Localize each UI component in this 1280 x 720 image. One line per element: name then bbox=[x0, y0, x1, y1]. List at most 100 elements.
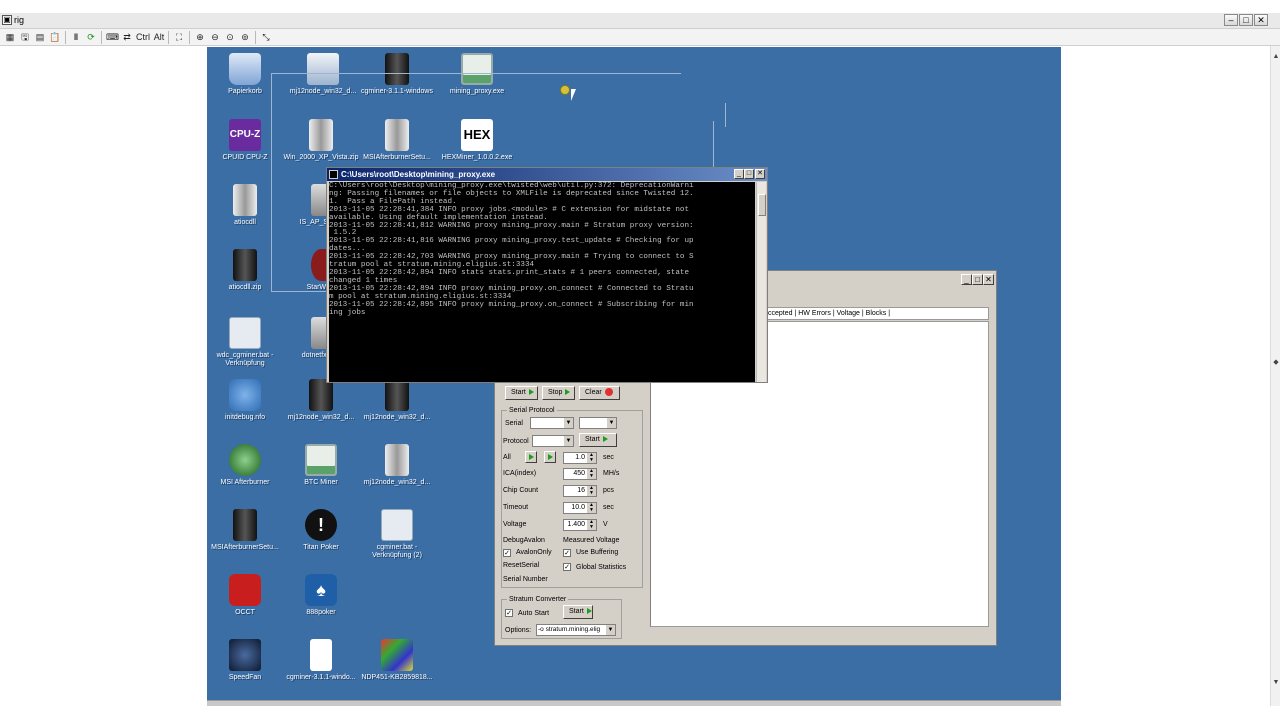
desktop-icon[interactable]: MSI Afterburner bbox=[207, 444, 283, 487]
spinner-icon[interactable]: ▲ ▼ bbox=[587, 453, 596, 463]
desktop-icon-label: 888poker bbox=[306, 609, 336, 616]
scroll-down-icon[interactable]: ▼ bbox=[1272, 678, 1280, 688]
desktop-icon[interactable]: cgminer.bat - Verknüpfung (2) bbox=[359, 509, 435, 560]
zoom-out-icon[interactable]: ⊖ bbox=[209, 31, 221, 44]
maximize-button[interactable]: □ bbox=[744, 169, 754, 179]
auto-start-checkbox[interactable]: ✓ bbox=[505, 609, 513, 617]
save-icon[interactable]: 🖫 bbox=[19, 31, 31, 44]
spinner-icon[interactable]: ▲ ▼ bbox=[587, 469, 596, 479]
spinner-icon[interactable]: ▲ ▼ bbox=[587, 486, 596, 496]
zip-icon bbox=[309, 119, 333, 151]
options-select[interactable]: -o stratum.mining.elig ▼ bbox=[536, 624, 616, 636]
keyboard-icon[interactable]: ⌨ bbox=[106, 31, 119, 44]
ctrl-key[interactable]: Ctrl bbox=[136, 31, 150, 44]
gear-shortcut-icon bbox=[381, 509, 413, 541]
toolbar-separator bbox=[65, 31, 66, 44]
zoom-in-icon[interactable]: ⊕ bbox=[194, 31, 206, 44]
close-button[interactable]: ✕ bbox=[983, 274, 994, 285]
zip-icon bbox=[385, 444, 409, 476]
desktop-icon[interactable]: MSIAfterburnerSetu... bbox=[207, 509, 283, 552]
clipboard-icon[interactable]: 📋 bbox=[49, 31, 61, 44]
desktop-icon[interactable]: initdebug.nfo bbox=[207, 379, 283, 422]
document-icon bbox=[310, 639, 332, 671]
console-scrollbar[interactable] bbox=[756, 182, 766, 382]
ica-input[interactable]: 450 ▲ ▼ bbox=[563, 468, 597, 480]
serial-port-select[interactable]: ▼ bbox=[530, 417, 574, 429]
drag-outline bbox=[271, 73, 681, 74]
scroll-middle-icon[interactable]: ◆ bbox=[1272, 358, 1280, 368]
stratum-start-label: Start bbox=[569, 608, 584, 615]
scale-icon[interactable]: ⤡ bbox=[260, 31, 272, 44]
timeout-input[interactable]: 10.0 ▲ ▼ bbox=[563, 502, 597, 514]
stratum-start-button[interactable]: Start bbox=[563, 605, 593, 619]
desktop-icon[interactable]: mj12node_win32_d... bbox=[359, 444, 435, 487]
desktop-icon[interactable]: cgminer-3.1.1-windo... bbox=[283, 639, 359, 682]
serial-baud-select[interactable]: ▼ bbox=[579, 417, 617, 429]
fullscreen-icon[interactable]: ⛶ bbox=[173, 31, 185, 44]
close-button[interactable]: ✕ bbox=[755, 169, 765, 179]
all-stop-button[interactable] bbox=[544, 451, 556, 463]
desktop-icon[interactable]: NDP451-KB2859818... bbox=[359, 639, 435, 682]
global-stats-checkbox[interactable]: ✓ bbox=[563, 563, 571, 571]
desktop-icon[interactable]: mj12node_win32_d... bbox=[283, 379, 359, 422]
spinner-icon[interactable]: ▲ ▼ bbox=[587, 503, 596, 513]
desktop-icon[interactable]: wdc_cgminer.bat - Verknüpfung bbox=[207, 317, 283, 368]
stats-column-headers[interactable]: ccepted | HW Errors | Voltage | Blocks | bbox=[765, 307, 989, 320]
play-icon bbox=[528, 389, 534, 396]
maximize-button[interactable]: □ bbox=[1239, 14, 1253, 26]
console-output[interactable]: C:\Users\root\Desktop\mining_proxy.exe\t… bbox=[329, 182, 755, 382]
all-interval-value: 1.0 bbox=[575, 454, 585, 461]
serial-label: Serial bbox=[505, 420, 523, 427]
desktop-icon[interactable]: ! Titan Poker bbox=[283, 509, 359, 552]
start-label: Start bbox=[511, 389, 526, 396]
all-start-button[interactable] bbox=[525, 451, 537, 463]
maximize-button[interactable]: □ bbox=[972, 274, 983, 285]
console-window[interactable]: C:\Users\root\Desktop\mining_proxy.exe _… bbox=[326, 167, 768, 383]
desktop-icon[interactable]: MSIAfterburnerSetu... bbox=[359, 119, 435, 162]
spinner-icon[interactable]: ▲ ▼ bbox=[587, 520, 596, 530]
minimize-button[interactable]: – bbox=[1224, 14, 1238, 26]
refresh-icon[interactable]: ⟳ bbox=[85, 31, 97, 44]
desktop-icon[interactable]: mj12node_win32_d... bbox=[285, 53, 361, 96]
chip-unit-label: pcs bbox=[603, 487, 614, 494]
desktop-icon[interactable]: mining_proxy.exe bbox=[439, 53, 515, 96]
all-interval-input[interactable]: 1.0 ▲ ▼ bbox=[563, 452, 597, 464]
desktop-icon[interactable]: cgminer-3.1.1-windows bbox=[359, 53, 435, 96]
minimize-button[interactable]: _ bbox=[961, 274, 972, 285]
desktop-icon[interactable]: ♠ 888poker bbox=[283, 574, 359, 617]
zoom-fit-icon[interactable]: ⊚ bbox=[239, 31, 251, 44]
mouse-pointer-icon bbox=[571, 89, 576, 101]
stop-button[interactable]: Stop bbox=[542, 386, 575, 400]
clear-button[interactable]: Clear bbox=[579, 386, 620, 400]
avalon-only-checkbox[interactable]: ✓ bbox=[503, 549, 511, 557]
start-button[interactable]: Start bbox=[505, 386, 538, 400]
pause-icon[interactable]: ‖ bbox=[70, 31, 82, 44]
desktop-icon[interactable]: SpeedFan bbox=[207, 639, 283, 682]
minimize-button[interactable]: _ bbox=[734, 169, 744, 179]
scroll-up-icon[interactable]: ▲ bbox=[1272, 52, 1280, 62]
use-buffering-checkbox[interactable]: ✓ bbox=[563, 549, 571, 557]
close-button[interactable]: ✕ bbox=[1254, 14, 1268, 26]
desktop-icon[interactable]: HEX HEXMiner_1.0.0.2.exe bbox=[439, 119, 515, 162]
desktop-icon[interactable]: BTC Miner bbox=[283, 444, 359, 487]
stratum-converter-label: Stratum Converter bbox=[507, 595, 569, 604]
viewer-scrollbar[interactable]: ▲ ◆ ▼ bbox=[1270, 46, 1280, 706]
logo-icon[interactable]: ▦ bbox=[4, 31, 16, 44]
voltage-input[interactable]: 1.400 ▲ ▼ bbox=[563, 519, 597, 531]
alt-key[interactable]: Alt bbox=[153, 31, 165, 44]
all-label: All bbox=[503, 454, 511, 461]
zoom-reset-icon[interactable]: ⊙ bbox=[224, 31, 236, 44]
options-icon[interactable]: ▤ bbox=[34, 31, 46, 44]
console-title-bar: C:\Users\root\Desktop\mining_proxy.exe bbox=[327, 168, 767, 181]
protocol-select[interactable]: ▼ bbox=[532, 435, 574, 447]
protocol-start-button[interactable]: Start bbox=[579, 433, 617, 447]
serial-protocol-label: Serial Protocol bbox=[507, 406, 557, 415]
chip-count-input[interactable]: 16 ▲ ▼ bbox=[563, 485, 597, 497]
drag-outline bbox=[271, 73, 272, 291]
desktop-icon[interactable]: OCCT bbox=[207, 574, 283, 617]
play-icon bbox=[529, 454, 534, 460]
send-icon[interactable]: ⇄ bbox=[121, 31, 133, 44]
desktop-icon[interactable]: mj12node_win32_d... bbox=[359, 379, 435, 422]
desktop-icon[interactable]: Win_2000_XP_Vista.zip bbox=[283, 119, 359, 162]
scroll-thumb[interactable] bbox=[758, 194, 766, 216]
